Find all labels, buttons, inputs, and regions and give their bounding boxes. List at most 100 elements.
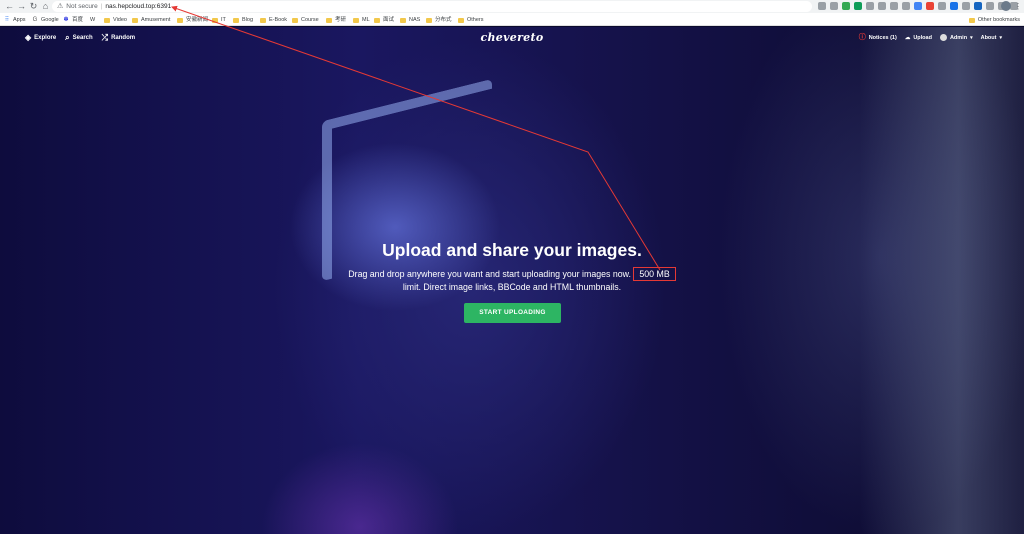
bookmark-label: IT xyxy=(221,17,226,23)
extension-icon[interactable] xyxy=(962,2,970,10)
caret-down-icon: ▾ xyxy=(999,34,1002,41)
folder-icon xyxy=(374,17,380,23)
bookmark-folder[interactable]: Blog xyxy=(233,16,253,24)
extension-icon[interactable] xyxy=(818,2,826,10)
nav-notices[interactable]: ⓘ Notices (1) xyxy=(859,34,897,41)
bookmark-label: Apps xyxy=(13,17,26,23)
menu-kebab-icon[interactable]: ⋮ xyxy=(1014,1,1022,12)
apps-grid-icon: ⠿ xyxy=(4,17,10,23)
hero-desc-text: Drag and drop anywhere you want and star… xyxy=(348,269,631,279)
url-text: nas.hepcloud.top:6391 xyxy=(105,3,172,10)
extension-icon[interactable] xyxy=(938,2,946,10)
about-label: About xyxy=(980,34,997,41)
folder-icon xyxy=(353,17,359,23)
security-label: Not secure xyxy=(66,3,98,10)
profile-avatar[interactable] xyxy=(1001,1,1011,11)
extension-icon[interactable] xyxy=(974,2,982,10)
folder-icon xyxy=(292,17,298,23)
cloud-upload-icon: ☁ xyxy=(904,34,911,41)
extension-icon[interactable] xyxy=(830,2,838,10)
folder-icon xyxy=(104,17,110,23)
bookmark-folder[interactable]: 分布式 xyxy=(426,16,452,24)
hero-background-hair xyxy=(860,27,1024,534)
back-icon[interactable]: ← xyxy=(4,1,15,12)
folder-icon xyxy=(968,17,975,23)
bookmark-baidu[interactable]: ✽ 百度 xyxy=(63,16,83,24)
bookmark-label: ML xyxy=(362,17,370,23)
bookmark-folder[interactable]: 安徽新闻 xyxy=(177,16,208,24)
chevereto-homepage: ◈ Explore ⌕ Search ⤮ Random chevereto ⓘ Noti… xyxy=(0,27,1024,534)
bookmark-label: 分布式 xyxy=(435,17,452,23)
home-icon[interactable]: ⌂ xyxy=(40,1,51,12)
bookmark-folder[interactable]: Course xyxy=(292,16,319,24)
bookmark-label: Amusement xyxy=(141,17,171,23)
nav-user-menu[interactable]: Admin ▾ xyxy=(939,34,973,41)
folder-icon xyxy=(233,17,239,23)
bookmark-folder[interactable]: NAS xyxy=(400,16,420,24)
bookmark-w[interactable]: W xyxy=(90,16,95,24)
forward-icon[interactable]: → xyxy=(16,1,27,12)
bookmark-folder[interactable]: IT xyxy=(212,16,226,24)
bookmark-label: E-Book xyxy=(269,17,288,23)
folder-icon xyxy=(326,17,332,23)
bookmark-label: Others xyxy=(467,17,484,23)
bookmark-folder[interactable]: 考研 xyxy=(326,16,346,24)
baidu-icon: ✽ xyxy=(63,17,69,23)
bookmark-label: 安徽新闻 xyxy=(186,17,209,23)
address-bar[interactable]: ⚠ Not secure | nas.hepcloud.top:6391 xyxy=(52,1,812,12)
bookmark-label: Video xyxy=(113,17,127,23)
extension-icon[interactable] xyxy=(878,2,886,10)
folder-icon xyxy=(400,17,406,23)
bookmark-label: 考研 xyxy=(335,17,347,23)
google-icon: G xyxy=(32,17,38,23)
upload-limit-highlight: 500 MB xyxy=(633,267,676,281)
bookmark-label: Google xyxy=(41,17,59,23)
start-uploading-button[interactable]: START UPLOADING xyxy=(464,303,561,323)
bookmark-google[interactable]: G Google xyxy=(32,16,59,24)
hero-title: Upload and share your images. xyxy=(382,240,642,260)
extension-icons xyxy=(818,2,1018,11)
user-avatar-icon xyxy=(939,34,947,41)
notices-label: Notices (1) xyxy=(868,34,897,41)
bookmark-label: 百度 xyxy=(72,17,84,23)
nav-upload[interactable]: ☁ Upload xyxy=(905,34,932,41)
folder-icon xyxy=(177,17,183,23)
site-nav-right: ⓘ Notices (1) ☁ Upload Admin ▾ About ▾ xyxy=(859,34,1002,41)
alert-circle-icon: ⓘ xyxy=(858,33,866,41)
bookmark-folder[interactable]: E-Book xyxy=(260,16,287,24)
folder-icon xyxy=(458,17,464,23)
other-bookmarks[interactable]: Other bookmarks xyxy=(968,16,1020,24)
nav-about-menu[interactable]: About ▾ xyxy=(981,34,1002,41)
folder-icon xyxy=(132,17,138,23)
extension-icon[interactable] xyxy=(866,2,874,10)
bookmark-folder[interactable]: Video xyxy=(104,16,127,24)
bookmark-apps[interactable]: ⠿ Apps xyxy=(4,16,26,24)
bookmark-folder[interactable]: 面试 xyxy=(374,16,394,24)
upload-label: Upload xyxy=(913,34,932,41)
other-bookmarks-label: Other bookmarks xyxy=(977,17,1020,23)
user-label: Admin xyxy=(949,34,968,41)
extension-icon[interactable] xyxy=(854,2,862,10)
warning-icon: ⚠ xyxy=(57,3,64,10)
extension-icon[interactable] xyxy=(890,2,898,10)
extension-icon[interactable] xyxy=(914,2,922,10)
bookmark-folder[interactable]: Amusement xyxy=(132,16,170,24)
bookmark-label: NAS xyxy=(409,17,421,23)
reload-icon[interactable]: ↻ xyxy=(28,1,39,12)
folder-icon xyxy=(260,17,266,23)
bookmark-folder[interactable]: Others xyxy=(458,16,484,24)
address-separator: | xyxy=(100,3,103,10)
hero-description: Drag and drop anywhere you want and star… xyxy=(340,267,684,293)
extension-icon[interactable] xyxy=(842,2,850,10)
bookmark-label: Course xyxy=(301,17,319,23)
bookmark-label: Blog xyxy=(242,17,254,23)
extension-icon[interactable] xyxy=(986,2,994,10)
extension-icon[interactable] xyxy=(926,2,934,10)
bookmark-folder[interactable]: ML xyxy=(353,16,370,24)
bookmark-label: 面试 xyxy=(383,17,395,23)
bookmark-label: W xyxy=(90,17,96,23)
hero-desc-text-2: limit. Direct image links, BBCode and HT… xyxy=(402,282,622,292)
extension-icon[interactable] xyxy=(902,2,910,10)
extension-icon[interactable] xyxy=(950,2,958,10)
caret-down-icon: ▾ xyxy=(970,34,973,41)
